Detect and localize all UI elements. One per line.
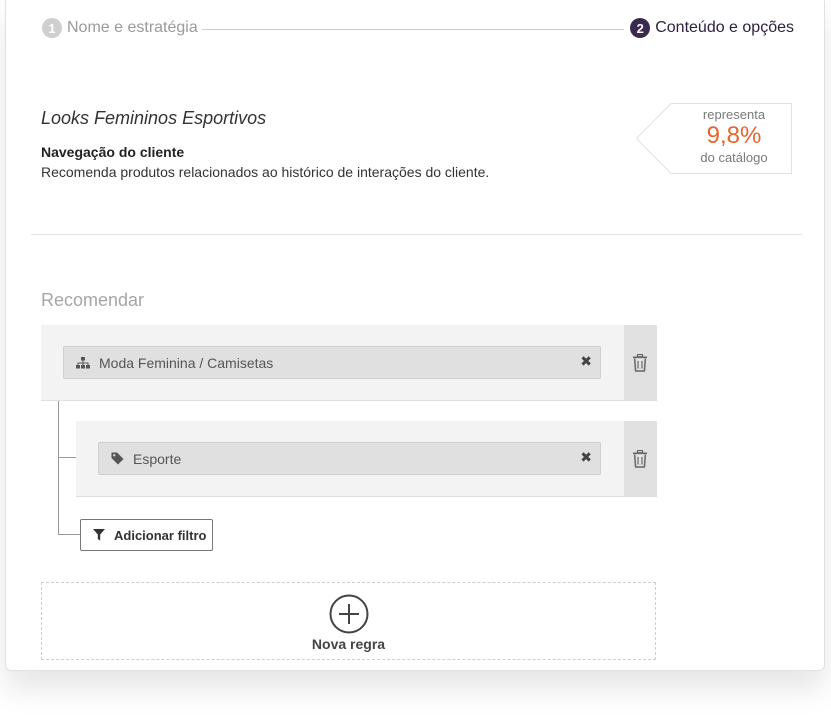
strategy-card: 1 Nome e estratégia 2 Conteúdo e opções … — [5, 0, 825, 671]
strategy-title: Looks Femininos Esportivos — [41, 108, 267, 128]
delete-filter-button[interactable] — [624, 421, 657, 497]
trash-icon — [632, 353, 648, 377]
remove-category-icon[interactable]: ✖ — [580, 353, 592, 370]
stepper: 1 Nome e estratégia 2 Conteúdo e opções — [42, 18, 794, 42]
step-1-label: Nome e estratégia — [67, 19, 198, 36]
category-filter-tag[interactable]: Moda Feminina / Camisetas ✖ — [63, 346, 601, 379]
step-1[interactable]: 1 Nome e estratégia — [42, 18, 198, 38]
tag-icon — [111, 452, 124, 465]
plus-circle-icon — [329, 594, 369, 639]
recommend-section-title: Recomendar — [41, 290, 145, 310]
add-filter-button[interactable]: Adicionar filtro — [80, 519, 213, 551]
section-divider — [31, 234, 802, 235]
delete-rule-button[interactable] — [624, 325, 657, 401]
trash-icon — [632, 449, 648, 473]
new-rule-button[interactable]: Nova regra — [41, 582, 656, 660]
badge-caption-top: representa — [702, 107, 766, 122]
strategy-description: Recomenda produtos relacionados ao histó… — [41, 164, 490, 180]
new-rule-label: Nova regra — [311, 636, 386, 652]
category-filter-label: Moda Feminina / Camisetas — [99, 354, 274, 371]
stepper-line — [202, 29, 624, 30]
step-2[interactable]: 2 Conteúdo e opções — [630, 18, 794, 38]
tree-connector-branch — [58, 534, 80, 535]
badge-caption-bottom: do catálogo — [700, 150, 768, 165]
step-2-number: 2 — [630, 18, 651, 38]
strategy-subtitle: Navegação do cliente — [41, 144, 185, 160]
tag-filter-tag[interactable]: Esporte ✖ — [98, 442, 601, 475]
tree-connector-branch — [58, 457, 76, 458]
step-2-label: Conteúdo e opções — [655, 19, 794, 36]
step-1-number: 1 — [42, 18, 62, 38]
sitemap-icon — [76, 356, 90, 369]
catalog-badge: representa 9,8% do catálogo — [636, 103, 792, 174]
tree-connector — [58, 401, 59, 535]
filter-icon — [93, 529, 105, 541]
badge-percentage: 9,8% — [706, 122, 762, 149]
tag-filter-label: Esporte — [133, 450, 182, 467]
remove-tag-icon[interactable]: ✖ — [580, 449, 592, 466]
add-filter-label: Adicionar filtro — [114, 527, 207, 543]
